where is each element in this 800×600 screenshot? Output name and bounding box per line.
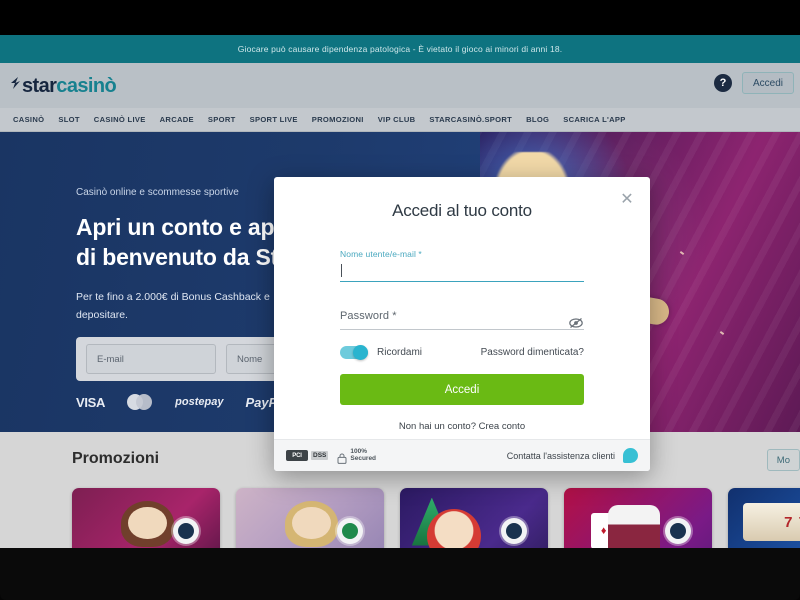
nav-item-promozioni[interactable]: PROMOZIONI <box>305 115 371 124</box>
login-modal: ✕ Accedi al tuo conto Nome utente/e-mail… <box>274 177 650 471</box>
mastercard-icon <box>127 394 153 410</box>
logo-text-casino: casinò <box>56 75 117 97</box>
panda-character <box>608 505 661 548</box>
promo-card-calendario[interactable]: ALENDARIO <box>400 488 548 548</box>
security-badges: PCI DSS 100% Secured <box>286 447 377 464</box>
hero-email-input[interactable]: E-mail <box>86 344 216 374</box>
password-input[interactable] <box>340 310 584 330</box>
screenshot-root: Giocare può causare dipendenza patologic… <box>0 0 800 600</box>
support-area[interactable]: Contatta l'assistenza clienti <box>507 448 638 463</box>
promo-badge-icon <box>501 518 528 545</box>
nav-item-vip-club[interactable]: VIP CLUB <box>371 115 423 124</box>
site-header: starcasinò ? Accedi <box>0 63 800 108</box>
logo-text: starcasinò <box>22 75 117 97</box>
nav-item-casino[interactable]: CASINÒ <box>6 115 51 124</box>
remember-me-label: Ricordami <box>377 347 423 358</box>
username-label: Nome utente/e-mail * <box>340 249 422 259</box>
promo-card-panda[interactable]: ♦ <box>564 488 712 548</box>
chat-bubble-icon[interactable] <box>623 448 638 463</box>
login-modal-body: ✕ Accedi al tuo conto Nome utente/e-mail… <box>274 177 650 439</box>
nav-item-slot[interactable]: SLOT <box>51 115 86 124</box>
promo-badge-icon <box>337 518 364 545</box>
nav-item-starcasino-sport[interactable]: STARCASINÒ.SPORT <box>422 115 519 124</box>
username-input[interactable] <box>340 264 584 282</box>
promo-badge-icon <box>173 518 200 545</box>
password-field: Password * <box>340 310 584 330</box>
promotions-carousel: ALENDARIO ♦ 7 7 SLOTS OF THE WEEK <box>72 488 800 548</box>
promo-card-live-casino[interactable] <box>72 488 220 548</box>
star-icon <box>10 74 22 92</box>
site-logo[interactable]: starcasinò <box>10 74 117 97</box>
nav-item-sport[interactable]: SPORT <box>201 115 243 124</box>
nav-item-blog[interactable]: BLOG <box>519 115 556 124</box>
promo-card-slots-of-the-week[interactable]: 7 7 SLOTS OF THE WEEK <box>728 488 800 548</box>
nav-item-sport-live[interactable]: SPORT LIVE <box>243 115 305 124</box>
login-modal-title: Accedi al tuo conto <box>392 201 532 220</box>
nav-item-arcade[interactable]: ARCADE <box>153 115 201 124</box>
remember-row: Ricordami Password dimenticata? <box>340 345 584 360</box>
main-navigation: CASINÒ SLOT CASINÒ LIVE ARCADE SPORT SPO… <box>0 108 800 132</box>
secured-text: 100% Secured <box>350 447 377 462</box>
promotions-show-all-button[interactable]: Mo <box>766 449 800 471</box>
eye-off-icon[interactable] <box>568 316 584 330</box>
nav-item-scarica-app[interactable]: SCARICA L'APP <box>556 115 632 124</box>
login-submit-button[interactable]: Accedi <box>340 374 584 405</box>
responsible-gaming-banner: Giocare può causare dipendenza patologic… <box>0 35 800 63</box>
support-label: Contatta l'assistenza clienti <box>506 450 615 461</box>
payment-methods: VISA postepay PayPal <box>76 394 288 410</box>
nav-item-casino-live[interactable]: CASINÒ LIVE <box>87 115 153 124</box>
lock-icon <box>337 451 347 464</box>
browser-viewport: Giocare può causare dipendenza patologic… <box>0 35 800 548</box>
letterbox-bottom <box>0 548 800 600</box>
responsible-gaming-text: Giocare può causare dipendenza patologic… <box>237 44 563 54</box>
text-caret <box>341 264 342 277</box>
logo-text-star: star <box>22 75 57 97</box>
promotions-heading: Promozioni <box>72 450 160 467</box>
promo-badge-icon <box>665 518 692 545</box>
header-actions: ? Accedi <box>713 72 794 94</box>
remember-me-toggle[interactable]: Ricordami <box>340 345 423 360</box>
login-modal-footer: PCI DSS 100% Secured Contatta l'assisten… <box>274 439 650 471</box>
help-icon[interactable]: ? <box>713 74 732 92</box>
promo-card-face <box>292 507 331 540</box>
toggle-switch[interactable] <box>340 345 368 360</box>
pci-dss-icon: PCI DSS <box>286 450 329 461</box>
postepay-icon: postepay <box>175 396 224 408</box>
secured-badge: 100% Secured <box>337 447 377 464</box>
visa-icon: VISA <box>76 394 106 410</box>
letterbox-top <box>0 0 800 35</box>
close-icon[interactable]: ✕ <box>617 189 637 209</box>
header-login-button[interactable]: Accedi <box>741 72 794 94</box>
promo-card-face <box>128 507 167 540</box>
slot-reels-icon: 7 7 <box>742 503 800 542</box>
username-field: Nome utente/e-mail * <box>340 249 584 282</box>
forgot-password-link[interactable]: Password dimenticata? <box>481 347 584 358</box>
create-account-link[interactable]: Non hai un conto? Crea conto <box>340 421 584 432</box>
promo-card-sport-live[interactable] <box>236 488 384 548</box>
